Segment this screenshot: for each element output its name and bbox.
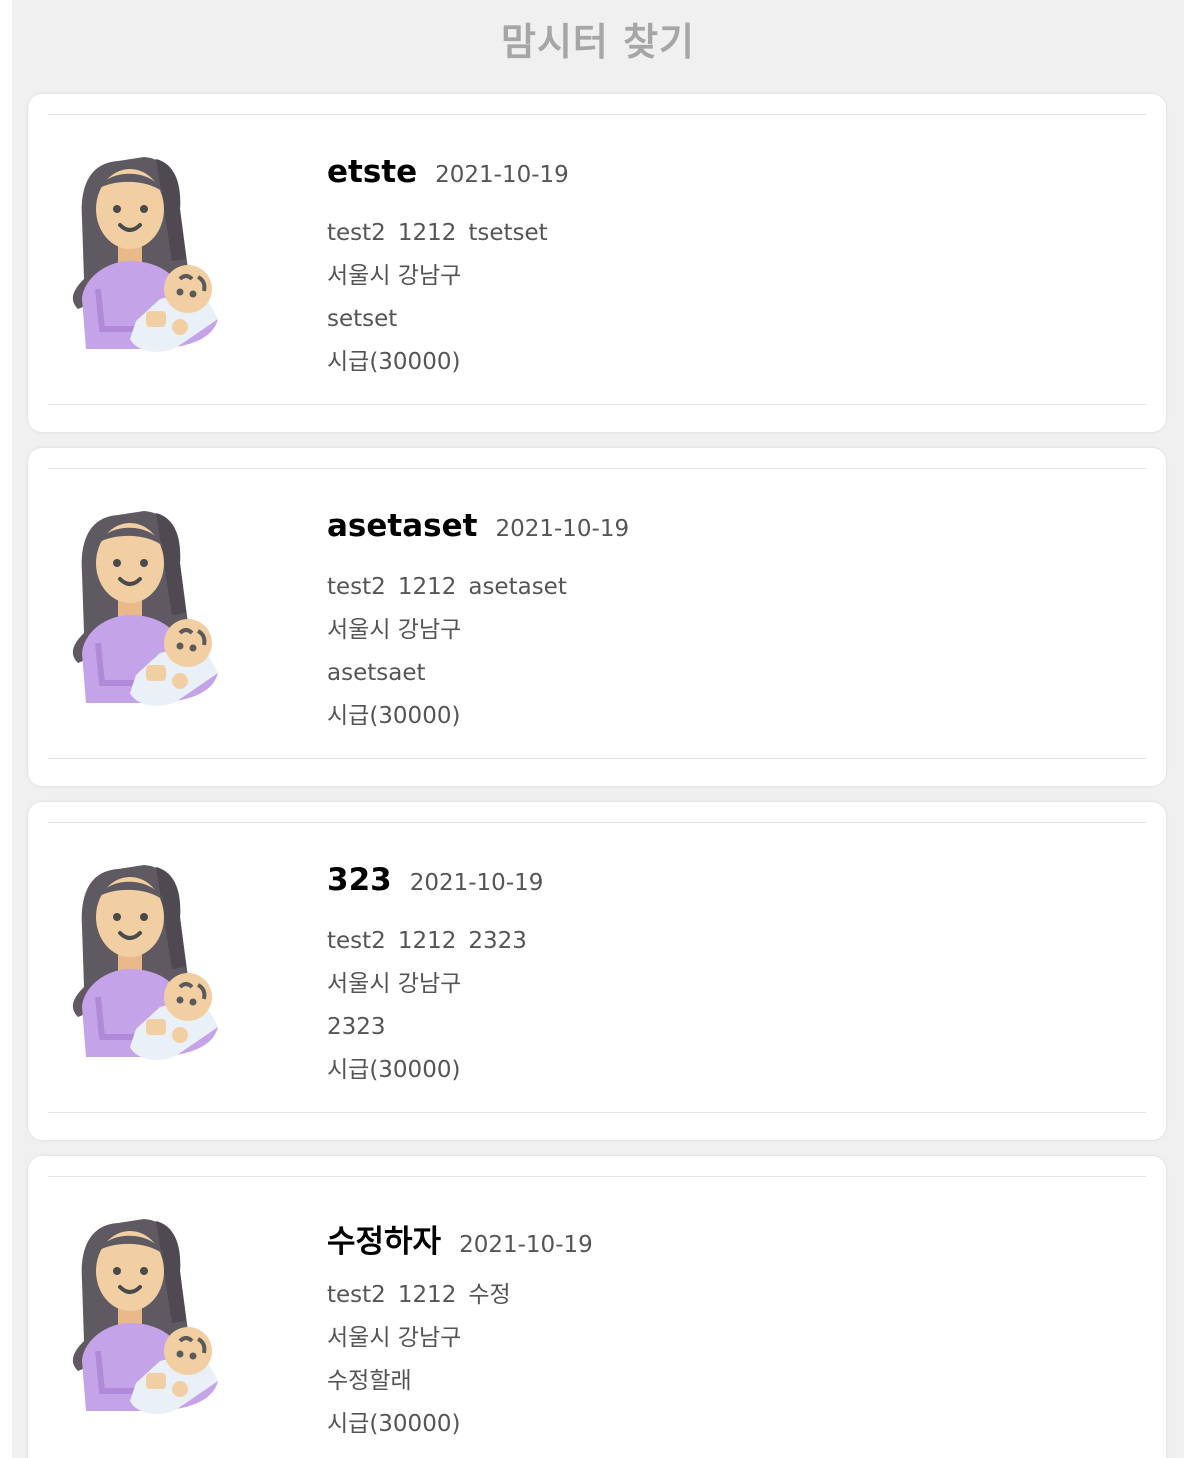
meta-line: test2 1212 asetaset xyxy=(327,566,629,609)
meta-title: 2323 xyxy=(468,928,527,954)
meta-code: 1212 xyxy=(397,220,457,246)
mother-holding-baby-icon xyxy=(72,511,218,706)
sitter-card[interactable]: 수정하자 2021-10-19 test2 1212 수정 서울시 강남구 수정할래… xyxy=(28,1156,1166,1458)
posted-date: 2021-10-19 xyxy=(459,1232,593,1258)
page: 맘시터 찾기 etste 2021-10-19 test2 1212 tsets… xyxy=(12,0,1184,1458)
meta-user: test2 xyxy=(327,1282,386,1308)
mother-holding-baby-icon xyxy=(72,865,218,1060)
meta-code: 1212 xyxy=(397,928,457,954)
location: 서울시 강남구 xyxy=(327,263,462,289)
meta-line: test2 1212 2323 xyxy=(327,920,543,963)
card-info: 323 2021-10-19 test2 1212 2323 서울시 강남구 232… xyxy=(327,862,543,1092)
meta-title: asetaset xyxy=(468,574,567,600)
wage: 시급(30000) xyxy=(327,349,461,375)
meta-title: 수정 xyxy=(468,1282,511,1308)
divider xyxy=(48,1176,1146,1177)
description: setset xyxy=(327,306,398,332)
posted-date: 2021-10-19 xyxy=(435,162,569,188)
mother-holding-baby-icon xyxy=(72,1219,218,1414)
card-header: 323 2021-10-19 xyxy=(327,862,543,906)
meta-line: test2 1212 수정 xyxy=(327,1274,593,1317)
location: 서울시 강남구 xyxy=(327,971,462,997)
card-info: asetaset 2021-10-19 test2 1212 asetaset 서울… xyxy=(327,508,629,738)
posted-date: 2021-10-19 xyxy=(495,516,630,542)
sitter-card[interactable]: 323 2021-10-19 test2 1212 2323 서울시 강남구 232… xyxy=(28,802,1166,1140)
location: 서울시 강남구 xyxy=(327,1325,462,1351)
meta-line: test2 1212 tsetset xyxy=(327,212,569,255)
sitter-name[interactable]: 323 xyxy=(327,862,392,898)
mother-holding-baby-icon xyxy=(72,157,218,352)
wage: 시급(30000) xyxy=(327,1411,461,1437)
divider xyxy=(48,1112,1146,1113)
divider xyxy=(48,468,1146,469)
meta-code: 1212 xyxy=(397,574,457,600)
description: 2323 xyxy=(327,1014,386,1040)
description: 수정할래 xyxy=(327,1368,412,1394)
card-header: asetaset 2021-10-19 xyxy=(327,508,629,552)
card-header: 수정하자 2021-10-19 xyxy=(327,1216,593,1260)
divider xyxy=(48,404,1146,405)
meta-code: 1212 xyxy=(397,1282,457,1308)
wage: 시급(30000) xyxy=(327,1057,461,1083)
page-title: 맘시터 찾기 xyxy=(500,20,696,64)
card-info: 수정하자 2021-10-19 test2 1212 수정 서울시 강남구 수정할래… xyxy=(327,1216,593,1446)
sitter-name[interactable]: 수정하자 xyxy=(327,1216,441,1261)
location: 서울시 강남구 xyxy=(327,617,462,643)
divider xyxy=(48,758,1146,759)
divider xyxy=(48,114,1146,115)
meta-user: test2 xyxy=(327,574,386,600)
wage: 시급(30000) xyxy=(327,703,461,729)
meta-title: tsetset xyxy=(468,220,548,246)
description: asetsaet xyxy=(327,660,426,686)
card-header: etste 2021-10-19 xyxy=(327,154,569,198)
posted-date: 2021-10-19 xyxy=(409,870,544,896)
sitter-name[interactable]: etste xyxy=(327,154,417,190)
sitter-card[interactable]: asetaset 2021-10-19 test2 1212 asetaset 서울… xyxy=(28,448,1166,786)
card-info: etste 2021-10-19 test2 1212 tsetset 서울시 강남… xyxy=(327,154,569,384)
meta-user: test2 xyxy=(327,220,386,246)
sitter-name[interactable]: asetaset xyxy=(327,508,477,544)
sitter-list: etste 2021-10-19 test2 1212 tsetset 서울시 강남… xyxy=(28,94,1166,1458)
sitter-card[interactable]: etste 2021-10-19 test2 1212 tsetset 서울시 강남… xyxy=(28,94,1166,432)
divider xyxy=(48,822,1146,823)
meta-user: test2 xyxy=(327,928,386,954)
